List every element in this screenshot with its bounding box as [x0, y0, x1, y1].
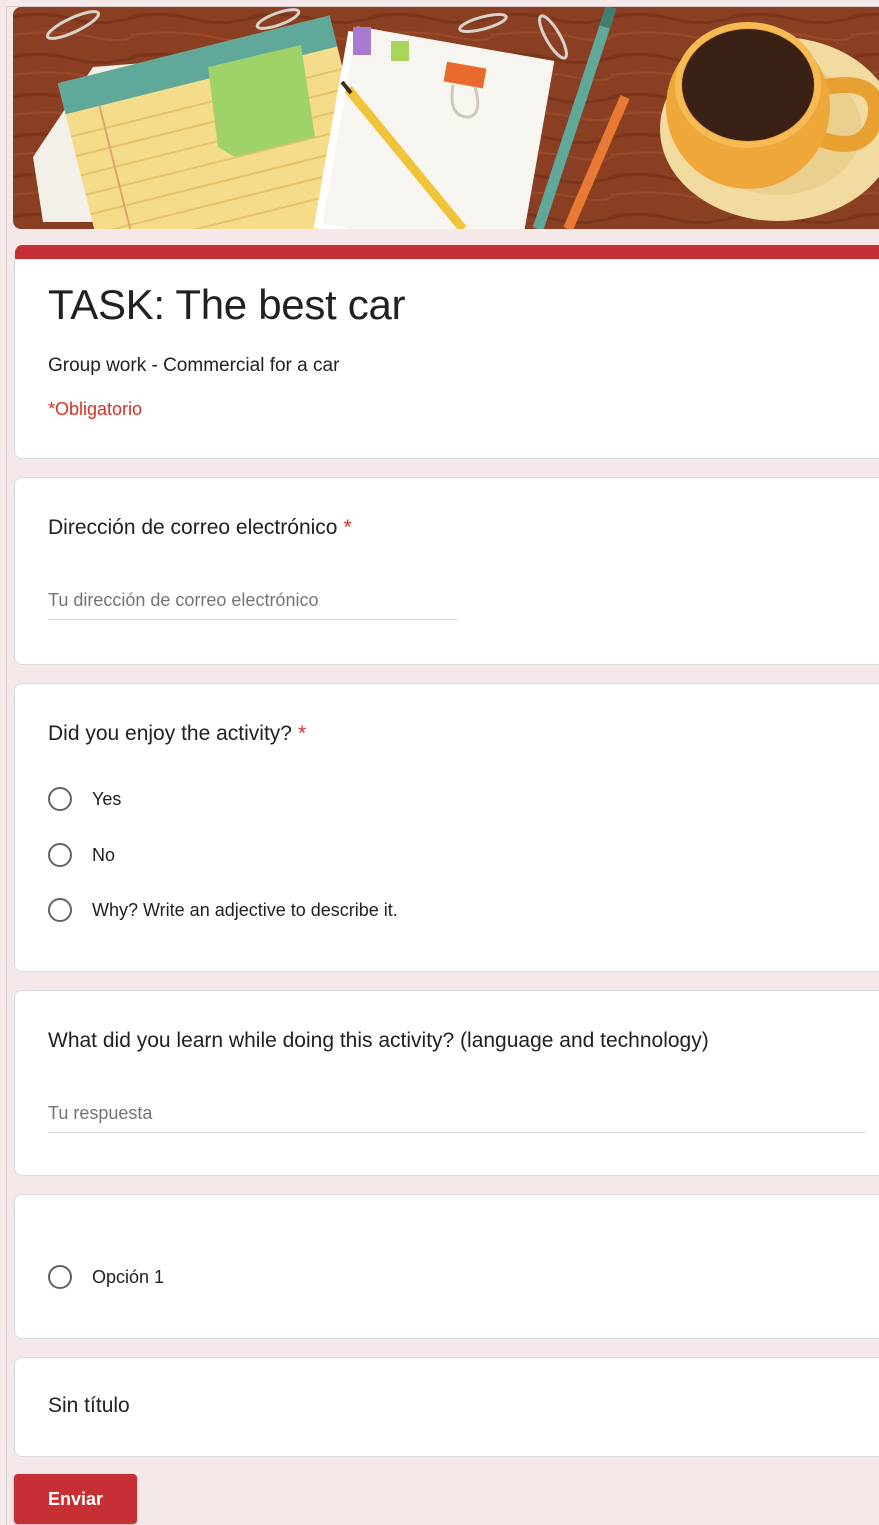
radio-circle-icon[interactable] — [48, 843, 72, 867]
question-card-untitled: Opción 1 — [14, 1194, 879, 1339]
radio-option-why[interactable]: Why? Write an adjective to describe it. — [48, 898, 398, 922]
submit-button[interactable]: Enviar — [14, 1474, 137, 1524]
question-title-enjoy: Did you enjoy the activity? * — [48, 722, 306, 746]
form-title: TASK: The best car — [48, 281, 406, 328]
radio-option-label: Opción 1 — [92, 1266, 165, 1287]
required-note: *Obligatorio — [48, 399, 143, 419]
email-input[interactable] — [48, 590, 458, 620]
radio-option-label: Why? Write an adjective to describe it. — [92, 899, 398, 920]
desk-illustration-icon — [13, 7, 879, 229]
radio-circle-icon[interactable] — [48, 1265, 72, 1289]
header-banner-image — [13, 7, 879, 229]
question-card-email: Dirección de correo electrónico * — [14, 477, 879, 665]
radio-option-label: Yes — [92, 788, 122, 809]
radio-option-no[interactable]: No — [48, 843, 115, 867]
required-asterisk: * — [297, 722, 307, 745]
section-title: Sin título — [48, 1394, 130, 1417]
question-card-enjoy: Did you enjoy the activity? * Yes No Why?… — [14, 683, 879, 972]
question-title-email: Dirección de correo electrónico * — [48, 516, 352, 540]
radio-option-1[interactable]: Opción 1 — [48, 1265, 164, 1289]
radio-circle-icon[interactable] — [48, 787, 72, 811]
question-card-learn: What did you learn while doing this acti… — [14, 990, 879, 1176]
radio-option-label: No — [92, 844, 116, 865]
form-title-card: TASK: The best car Group work - Commerci… — [14, 245, 879, 459]
title-accent-bar — [15, 245, 879, 259]
form-description: Group work - Commercial for a car — [48, 355, 340, 376]
radio-option-yes[interactable]: Yes — [48, 787, 121, 811]
required-asterisk: * — [343, 516, 352, 539]
question-title-text: Did you enjoy the activity? — [48, 722, 292, 745]
answer-input[interactable] — [48, 1103, 866, 1133]
section-card-untitled: Sin título — [14, 1357, 879, 1457]
question-title-learn: What did you learn while doing this acti… — [48, 1029, 709, 1052]
radio-circle-icon[interactable] — [48, 898, 72, 922]
question-title-text: Dirección de correo electrónico — [48, 516, 338, 539]
